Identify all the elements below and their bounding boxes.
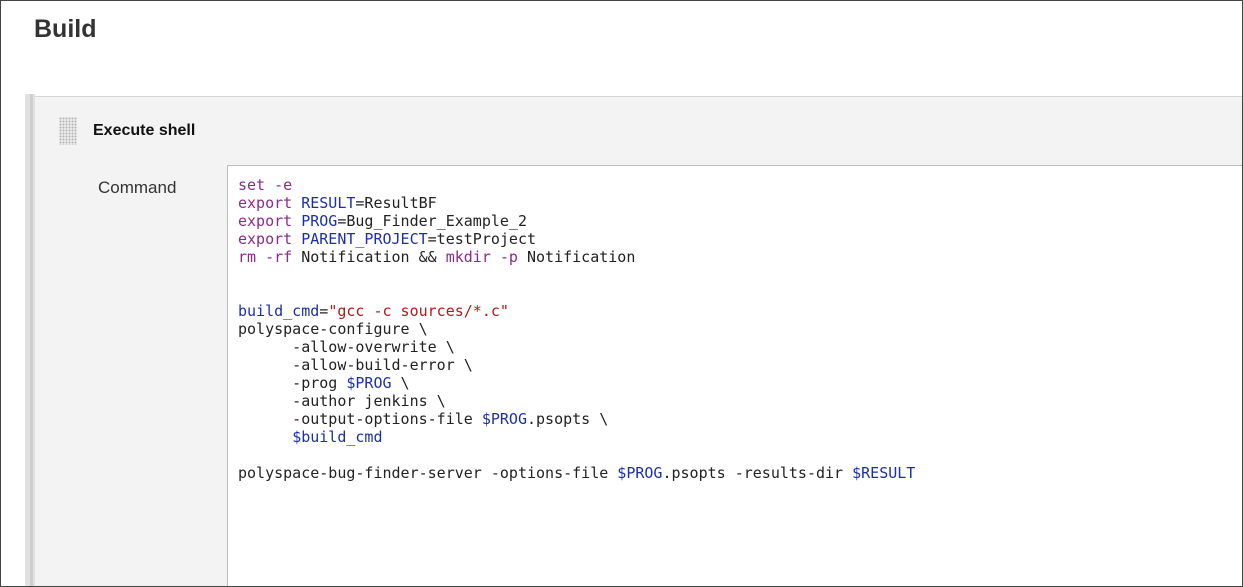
section-title: Build: [34, 15, 97, 43]
build-step-bar-line: [30, 94, 33, 586]
code-token: export: [238, 194, 302, 212]
command-label: Command: [98, 178, 177, 197]
code-line: export RESULT=ResultBF: [238, 194, 1242, 212]
code-token: $PROG: [481, 410, 527, 428]
code-token: \: [391, 374, 410, 392]
code-line: export PARENT_PROJECT=testProject: [238, 230, 1242, 248]
code-line: -allow-overwrite \: [238, 338, 1242, 356]
code-token: =: [319, 302, 329, 320]
code-token: -output-options-file: [238, 410, 482, 428]
code-token: $PROG: [617, 464, 663, 482]
code-token: $build_cmd: [292, 428, 383, 446]
code-token: polyspace-configure \: [238, 320, 428, 338]
code-token: PARENT_PROJECT: [301, 230, 428, 248]
code-line: -output-options-file $PROG.psopts \: [238, 410, 1242, 428]
code-token: -allow-build-error \: [238, 356, 473, 374]
code-token: -allow-overwrite \: [238, 338, 455, 356]
code-line: -prog $PROG \: [238, 374, 1242, 392]
code-token: set -e: [238, 176, 293, 194]
code-token: $RESULT: [852, 464, 916, 482]
code-token: -author jenkins \: [238, 392, 446, 410]
code-token: .psopts -results-dir: [662, 464, 853, 482]
code-token: Notification: [517, 248, 636, 266]
code-token: polyspace-bug-finder-server -options-fil…: [238, 464, 618, 482]
code-token: =ResultBF: [355, 194, 437, 212]
code-line: polyspace-bug-finder-server -options-fil…: [238, 464, 1242, 482]
code-token: mkdir -p: [445, 248, 518, 266]
code-token: =Bug_Finder_Example_2: [337, 212, 527, 230]
drag-handle-icon[interactable]: [59, 117, 77, 145]
build-config-panel: Build Execute shell Command set -e export…: [0, 0, 1243, 587]
code-token: build_cmd: [238, 302, 320, 320]
code-line: polyspace-configure \: [238, 320, 1242, 338]
code-line: export PROG=Bug_Finder_Example_2: [238, 212, 1242, 230]
code-token: PROG: [301, 212, 338, 230]
code-token: =testProject: [427, 230, 537, 248]
code-line: rm -rf Notification && mkdir -p Notifica…: [238, 248, 1242, 266]
code-token: export: [238, 230, 302, 248]
code-line: $build_cmd: [238, 428, 1242, 446]
code-token: export: [238, 212, 302, 230]
code-line: set -e: [238, 176, 1242, 194]
code-token: "gcc -c sources/*.c": [328, 302, 509, 320]
code-token: RESULT: [301, 194, 356, 212]
code-line: build_cmd="gcc -c sources/*.c": [238, 302, 1242, 320]
code-token: rm -rf: [238, 248, 293, 266]
code-token: $PROG: [346, 374, 392, 392]
code-token: -prog: [238, 374, 347, 392]
code-line: -author jenkins \: [238, 392, 1242, 410]
code-token: .psopts \: [527, 410, 609, 428]
build-step-title: Execute shell: [93, 122, 196, 139]
code-line: -allow-build-error \: [238, 356, 1242, 374]
code-token: Notification &&: [292, 248, 446, 266]
command-textarea[interactable]: set -e export RESULT=ResultBF export PROG=…: [227, 165, 1242, 586]
